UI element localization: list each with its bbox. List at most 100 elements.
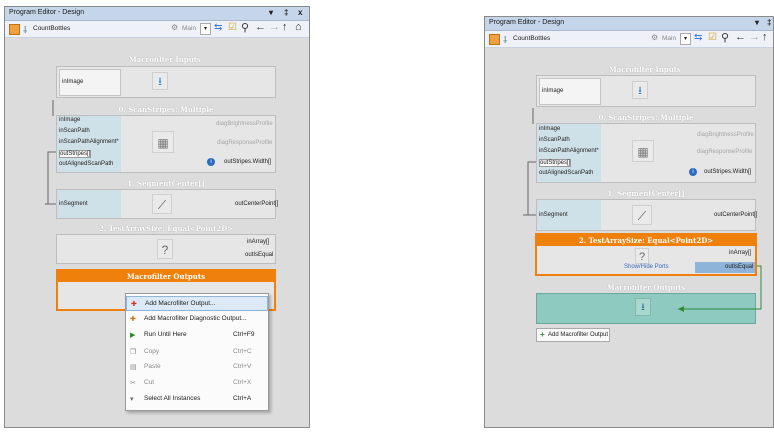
pin-button[interactable]: ‡ <box>284 8 288 17</box>
up-arrow-icon-right[interactable]: ↑ <box>762 31 768 43</box>
port-outisequal-right[interactable]: outIsEqual <box>725 264 753 270</box>
dropdown-arrow-button-right[interactable]: ▾ <box>755 18 759 27</box>
testarraysize-node-right[interactable]: 2. TestArraySize: Equal<Point2D> ? Show/… <box>535 233 757 276</box>
edit-icon-right[interactable]: ☑ <box>708 32 717 43</box>
program-name: CountBottles <box>33 25 71 32</box>
port-diagresponseprofile-right[interactable]: diagResponseProfile <box>697 149 752 155</box>
port-diagresponseprofile[interactable]: diagResponseProfile <box>217 140 272 146</box>
context-menu: ✚ Add Macrofilter Output... ✚ Add Macrof… <box>125 293 269 411</box>
scanstripes-node-right[interactable]: inImage inScanPath inScanPathAlignment* … <box>536 123 756 183</box>
forward-arrow-icon-right[interactable]: → <box>749 31 760 43</box>
dropdown-arrow-button[interactable]: ▾ <box>269 8 273 17</box>
port-outcenterpoint-right[interactable]: outCenterPoint[] <box>714 212 757 218</box>
window-title: Program Editor - Design <box>9 9 85 16</box>
macro-inputs-box[interactable]: inImage ⭳ <box>56 66 276 98</box>
input-arrow-icon: ⭳ <box>152 72 168 90</box>
menu-item-run-until-here[interactable]: ▶ Run Until Here Ctrl+F9 <box>126 328 268 343</box>
macro-outputs-box-right[interactable]: ⭳ <box>536 293 756 324</box>
add-output-label: Add Macrofilter Output <box>548 332 609 338</box>
macro-inputs-box-right[interactable]: inImage ⭳ <box>536 75 756 107</box>
info-icon[interactable]: i <box>207 158 215 166</box>
show-hide-ports-link[interactable]: Show/Hide Ports <box>624 264 669 270</box>
add-macrofilter-output-button[interactable]: + Add Macrofilter Output <box>536 328 610 342</box>
port-outcenterpoint[interactable]: outCenterPoint[] <box>235 201 278 207</box>
testarraysize-node[interactable]: ? inArray[] outIsEqual <box>56 234 276 264</box>
program-editor-panel-left: Program Editor - Design ▾ ‡ x ⸸ CountBot… <box>4 6 310 428</box>
macro-inputs-title: Macrofilter Inputs <box>129 55 201 64</box>
port-outisequal[interactable]: outIsEqual <box>245 252 273 258</box>
menu-item-cut[interactable]: ✂ Cut Ctrl+X <box>126 376 268 391</box>
menu-item-add-macrofilter-output[interactable]: ✚ Add Macrofilter Output... <box>126 296 268 311</box>
back-arrow-icon-right[interactable]: ← <box>735 31 746 43</box>
port-inscanpathalignment-right[interactable]: inScanPathAlignment* <box>539 148 599 154</box>
view-select-right[interactable]: Main <box>662 35 676 42</box>
segmentcenter-node-right[interactable]: inSegment ⟋ outCenterPoint[] <box>536 199 757 231</box>
up-arrow-icon[interactable]: ↑ <box>282 21 288 33</box>
view-dropdown-button[interactable]: ▾ <box>200 23 211 35</box>
toolbar-right: ⸸ CountBottles ⚙ Main ▾ ⇆ ☑ ⚲ ← → ↑ <box>485 31 773 48</box>
program-icon-right[interactable] <box>489 34 500 45</box>
port-inimage-right[interactable]: inImage <box>539 126 560 132</box>
arrange-icon[interactable]: ⇆ <box>214 22 222 33</box>
home-icon[interactable]: ⌂ <box>295 21 302 33</box>
port-outstripes-right[interactable]: outStripes[] <box>539 159 572 167</box>
port-outstripes[interactable]: outStripes[] <box>59 150 92 158</box>
pin-button-right[interactable]: ‡ <box>767 18 771 27</box>
port-outalignedscanpath[interactable]: outAlignedScanPath <box>59 161 113 167</box>
program-canvas[interactable]: Macrofilter Inputs inImage ⭳ 0. ScanStri… <box>5 38 309 427</box>
port-insegment[interactable]: inSegment <box>59 201 88 207</box>
run-until-here-icon: ▶ <box>130 332 136 339</box>
port-diagbrightnessprofile-right[interactable]: diagBrightnessProfile <box>697 132 754 138</box>
macrofilter-icon: ⸸ <box>23 25 28 35</box>
scanstripes-node[interactable]: inImage inScanPath inScanPathAlignment* … <box>56 115 276 173</box>
segmentcenter-title: 1. SegmentCenter[] <box>127 179 205 188</box>
port-inarray[interactable]: inArray[] <box>247 239 269 245</box>
window-title-right: Program Editor - Design <box>489 19 565 26</box>
program-name-right: CountBottles <box>513 35 551 42</box>
menu-item-select-all-instances[interactable]: ▾ Select All Instances Ctrl+A <box>126 392 268 407</box>
view-dropdown-button-right[interactable]: ▾ <box>680 33 691 45</box>
inimage-label-right: inImage <box>542 88 564 94</box>
search-icon-right[interactable]: ⚲ <box>721 31 729 44</box>
view-select[interactable]: Main <box>182 25 196 32</box>
segmentcenter-node[interactable]: inSegment ⟋ outCenterPoint[] <box>56 189 278 219</box>
add-diagnostic-output-icon: ✚ <box>130 316 136 323</box>
port-inarray-right[interactable]: inArray[] <box>729 250 751 256</box>
scanstripes-title-right: 0. ScanStripes: Multiple <box>598 113 694 122</box>
search-icon[interactable]: ⚲ <box>241 21 249 34</box>
close-button[interactable]: x <box>298 8 302 17</box>
gear-icon: ⚙ <box>171 23 179 32</box>
copy-icon: ❐ <box>130 349 137 356</box>
macrofilter-icon-right: ⸸ <box>503 35 508 45</box>
gear-icon-right: ⚙ <box>651 33 659 42</box>
port-inimage[interactable]: inImage <box>59 117 80 123</box>
add-output-icon: ✚ <box>131 301 137 308</box>
port-insegment-right[interactable]: inSegment <box>539 212 568 218</box>
segment-center-icon: ⟋ <box>152 194 172 214</box>
macro-inputs-title-right: Macrofilter Inputs <box>609 65 681 74</box>
port-diagbrightnessprofile[interactable]: diagBrightnessProfile <box>216 121 273 127</box>
port-inscanpath[interactable]: inScanPath <box>59 128 90 134</box>
panel-titlebar[interactable]: Program Editor - Design ▾ ‡ x <box>5 7 309 21</box>
port-inscanpath-right[interactable]: inScanPath <box>539 137 570 143</box>
select-all-icon: ▾ <box>130 396 134 403</box>
port-outalignedscanpath-right[interactable]: outAlignedScanPath <box>539 170 593 176</box>
panel-titlebar-right[interactable]: Program Editor - Design ▾ ‡ <box>485 17 773 31</box>
menu-item-add-diagnostic-output[interactable]: ✚ Add Macrofilter Diagnostic Output... <box>126 312 268 327</box>
segmentcenter-title-right: 1. SegmentCenter[] <box>607 189 685 198</box>
arrange-icon-right[interactable]: ⇆ <box>694 32 702 43</box>
port-inscanpathalignment[interactable]: inScanPathAlignment* <box>59 139 119 145</box>
forward-arrow-icon[interactable]: → <box>269 21 280 33</box>
macro-outputs-title: Macrofilter Outputs <box>126 272 206 281</box>
program-icon[interactable] <box>9 24 20 35</box>
port-outstripes-width[interactable]: outStripes.Width[] <box>224 159 271 165</box>
menu-item-paste[interactable]: ▤ Paste Ctrl+V <box>126 360 268 375</box>
program-canvas-right[interactable]: Macrofilter Inputs inImage ⭳ 0. ScanStri… <box>485 48 773 427</box>
scanstripes-title: 0. ScanStripes: Multiple <box>118 105 214 114</box>
edit-icon[interactable]: ☑ <box>228 22 237 33</box>
port-outstripes-width-right[interactable]: outStripes.Width[] <box>704 169 751 175</box>
info-icon-right[interactable]: i <box>689 168 697 176</box>
macro-outputs-title-right: Macrofilter Outputs <box>606 283 686 292</box>
back-arrow-icon[interactable]: ← <box>255 21 266 33</box>
menu-item-copy[interactable]: ❐ Copy Ctrl+C <box>126 345 268 360</box>
